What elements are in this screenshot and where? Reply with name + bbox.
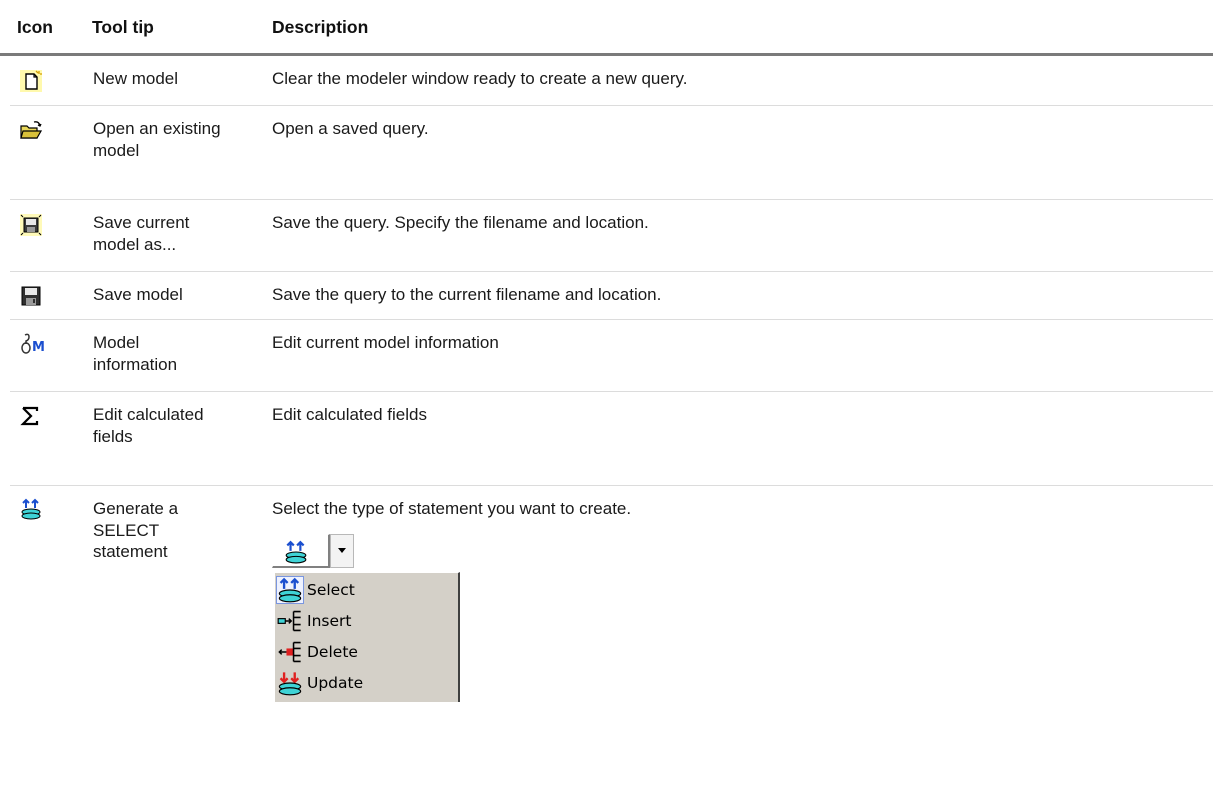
- insert-icon: [277, 608, 303, 634]
- select-icon: [276, 576, 304, 604]
- tooltip-text: Save model: [93, 285, 183, 304]
- open-folder-icon: [20, 120, 43, 142]
- tooltip-text: Open an existing model: [93, 119, 221, 160]
- save-icon: [20, 285, 42, 307]
- menu-item-insert[interactable]: Insert: [277, 606, 457, 636]
- update-icon: [277, 670, 303, 696]
- description-text: Edit calculated fields: [272, 405, 427, 424]
- statement-type-split-button: [272, 534, 366, 568]
- tooltip-text: Edit calculated fields: [93, 405, 204, 446]
- description-text: Select the type of statement you want to…: [272, 499, 632, 518]
- table-row: Save current model as... Save the query.…: [10, 200, 1213, 272]
- menu-item-select[interactable]: Select: [276, 575, 457, 605]
- menu-item-update[interactable]: Update: [277, 668, 457, 698]
- menu-item-label: Delete: [307, 643, 358, 661]
- tooltip-text: New model: [93, 69, 179, 88]
- statement-type-menu: Select Insert Delete Update: [274, 572, 460, 702]
- header-icon: Icon: [17, 17, 53, 37]
- table-row: M Model information Edit current model i…: [10, 320, 1213, 392]
- header-tooltip: Tool tip: [92, 17, 154, 37]
- description-text: Save the query. Specify the filename and…: [272, 213, 649, 232]
- menu-item-label: Insert: [307, 612, 352, 630]
- statement-button[interactable]: [272, 534, 330, 568]
- delete-icon: [277, 639, 303, 665]
- tooltip-text: Model information: [93, 333, 178, 374]
- new-model-icon: [20, 70, 42, 92]
- description-text: Clear the modeler window ready to create…: [272, 69, 688, 88]
- menu-item-delete[interactable]: Delete: [277, 637, 457, 667]
- sigma-icon: [20, 405, 42, 427]
- table-row: Open an existing model Open a saved quer…: [10, 106, 1213, 200]
- header-description: Description: [272, 17, 369, 37]
- menu-item-label: Update: [307, 674, 364, 692]
- menu-item-label: Select: [307, 581, 355, 599]
- tooltip-text: Save current model as...: [93, 213, 190, 254]
- select-statement-icon: [20, 498, 42, 520]
- table-row: New model Clear the modeler window ready…: [10, 56, 1213, 106]
- table-row: Generate a SELECT statement Select the t…: [10, 486, 1213, 810]
- table-header: Icon Tool tip Description: [0, 0, 1213, 56]
- model-info-icon: M: [20, 332, 52, 355]
- description-text: Open a saved query.: [272, 119, 429, 138]
- table-row: Save model Save the query to the current…: [10, 272, 1213, 320]
- dropdown-arrow-button[interactable]: [330, 534, 354, 568]
- select-statement-icon: [285, 540, 307, 564]
- description-text: Edit current model information: [272, 333, 499, 352]
- description-text: Save the query to the current filename a…: [272, 285, 662, 304]
- svg-text:M: M: [32, 340, 45, 354]
- tooltip-text: Generate a SELECT statement: [93, 499, 179, 561]
- save-as-icon: [20, 214, 42, 236]
- chevron-down-icon: [338, 548, 346, 553]
- table-row: Edit calculated fields Edit calculated f…: [10, 392, 1213, 486]
